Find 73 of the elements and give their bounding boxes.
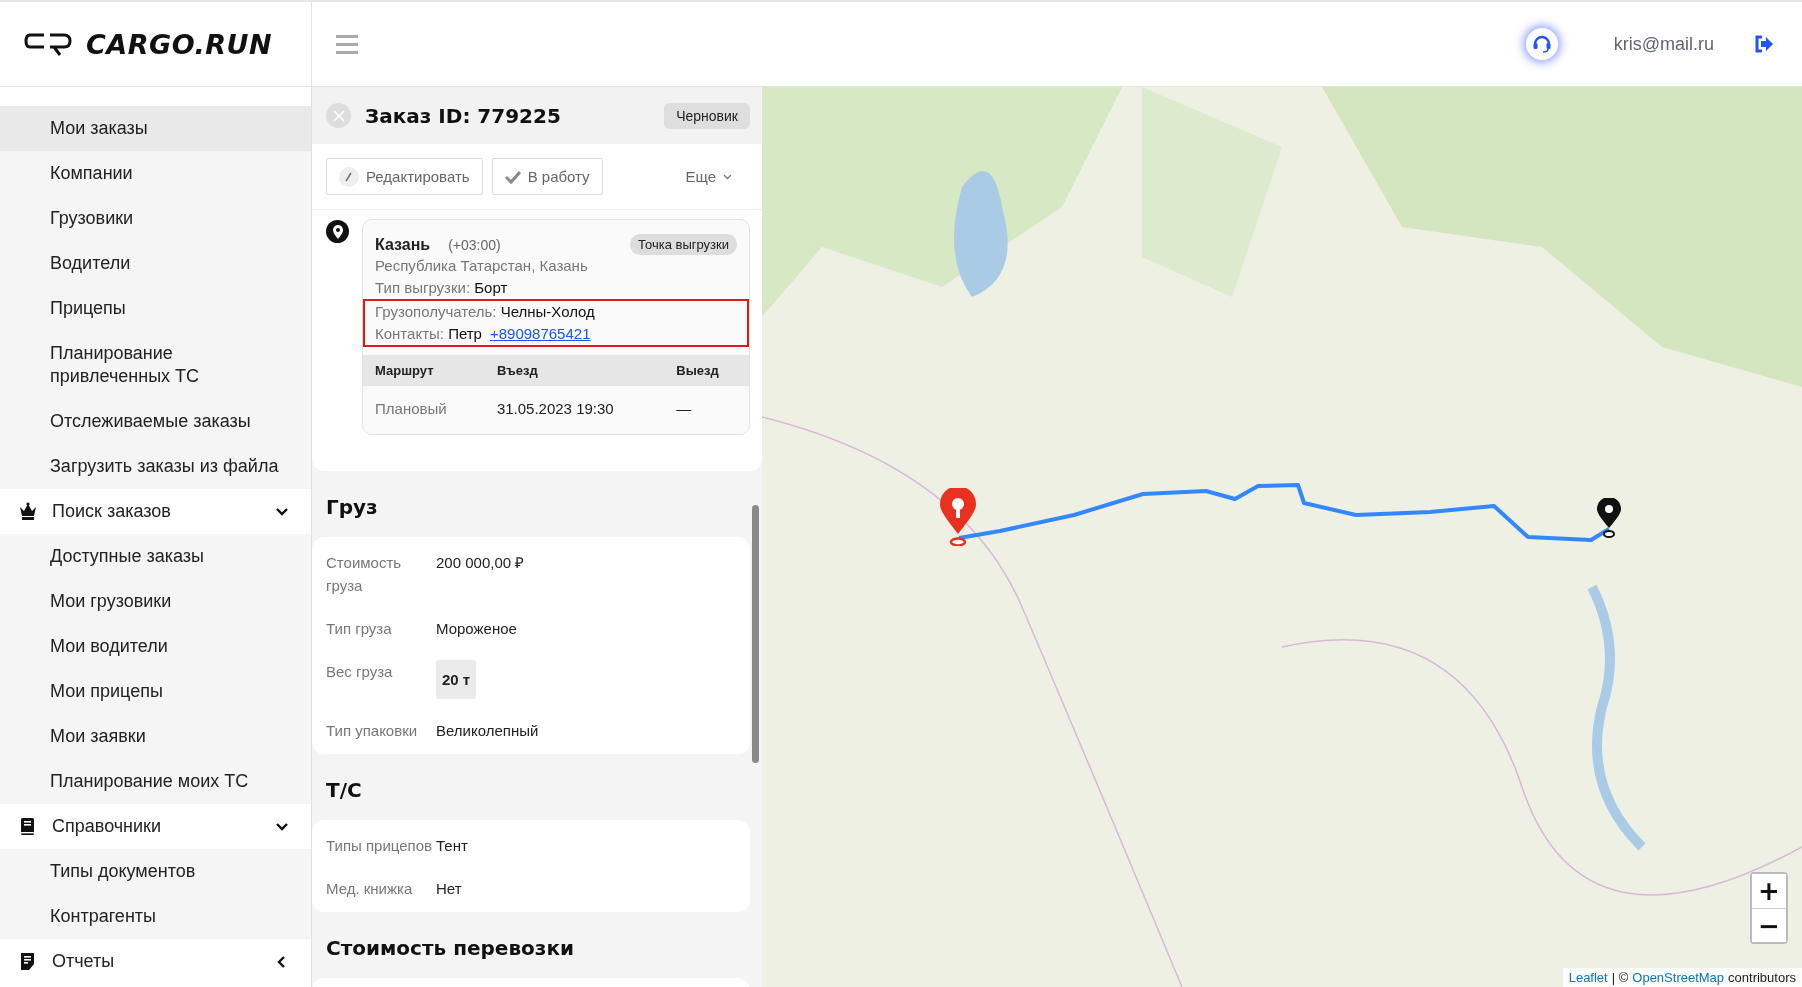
field-label: Тип упаковки <box>326 721 419 741</box>
field-value: Нет <box>436 879 463 899</box>
field-label: Тип груза <box>326 619 393 639</box>
location-marker-icon[interactable] <box>940 488 976 546</box>
attribution-text: | © <box>1611 970 1629 985</box>
address-text: Республика Татарстан, Казань <box>375 256 589 276</box>
table-cell: 31.05.2023 19:30 <box>484 386 665 434</box>
sidebar-item[interactable]: Контрагенты <box>0 894 311 939</box>
stop-type-badge: Точка выгрузки <box>630 234 737 255</box>
section-title: Т/С <box>325 777 363 804</box>
section-icon <box>18 501 38 522</box>
sidebar-item[interactable]: Отслеживаемые заказы <box>0 399 311 444</box>
attribution-link[interactable]: Leaflet <box>1568 970 1608 985</box>
sidebar-item[interactable]: Прицепы <box>0 286 311 331</box>
sidebar-item[interactable]: Планирование привлеченных ТС <box>0 331 311 399</box>
logo-text: CARGO.RUN <box>86 28 273 60</box>
field-value: Тент <box>436 836 469 856</box>
sidebar-item[interactable]: Мои заказы <box>0 106 311 151</box>
close-icon <box>331 108 346 123</box>
field-label: Грузополучатель: <box>375 303 498 320</box>
sidebar-item[interactable]: Мои грузовики <box>0 579 311 624</box>
phone-link[interactable]: +89098765421 <box>489 325 591 342</box>
caret-icon <box>723 173 732 180</box>
user-email[interactable]: kris@mail.ru <box>1613 33 1714 55</box>
sidebar-item[interactable]: Планирование моих ТС <box>0 759 311 804</box>
support-button[interactable] <box>1525 28 1558 60</box>
section-title: Груз <box>325 494 379 521</box>
sidebar-item[interactable]: Мои заявки <box>0 714 311 759</box>
sidebar-item[interactable]: Типы документов <box>0 849 311 894</box>
sidebar-item[interactable]: Мои водители <box>0 624 311 669</box>
attribution-link[interactable]: OpenStreetMap <box>1632 970 1725 985</box>
column-header: Маршрут <box>363 355 485 386</box>
weight-chip: 20 т <box>436 660 477 699</box>
section-title: Стоимость перевозки <box>325 935 576 962</box>
field-value: Борт <box>474 279 508 296</box>
column-header: Выезд <box>664 355 749 386</box>
field-label: Типы прицепов <box>326 836 433 856</box>
logout-icon[interactable] <box>1754 34 1774 54</box>
field-label: Вес груза <box>326 662 394 682</box>
table-cell: Плановый <box>363 386 485 434</box>
order-title: Заказ ID: 779225 <box>365 103 562 128</box>
sidebar-item[interactable]: Грузовики <box>0 196 311 241</box>
logo-icon <box>24 31 72 57</box>
action-button[interactable]: В работу <box>491 158 603 195</box>
table-cell: — <box>664 386 749 434</box>
sidebar-item[interactable]: Загрузить заказы из файла <box>0 444 311 489</box>
status-badge: Черновик <box>664 102 750 129</box>
sidebar-item[interactable]: Компании <box>0 151 311 196</box>
field-value: 200 000,00 ₽ <box>436 553 526 573</box>
pin-glyph-icon <box>331 224 344 239</box>
field-value: Великолепный <box>436 721 540 741</box>
city-name: Казань <box>375 235 431 254</box>
pencil-icon <box>339 166 359 187</box>
menu-icon[interactable] <box>336 33 358 55</box>
headset-icon <box>1530 33 1553 55</box>
field-value: Петр <box>448 325 482 342</box>
field-label: Мед. книжка <box>326 879 414 899</box>
attribution-text: contributors <box>1728 970 1796 985</box>
field-value: Мороженое <box>436 619 518 639</box>
timezone-text: (+03:00) <box>448 236 502 253</box>
sidebar-item[interactable]: Водители <box>0 241 311 286</box>
scrollbar[interactable] <box>752 505 759 763</box>
action-button[interactable]: Редактировать <box>326 158 483 195</box>
check-icon <box>504 168 521 185</box>
field-label: Контакты: <box>375 325 445 342</box>
field-label: Стоимость груза <box>326 553 403 596</box>
field-value: Челны-Холод <box>500 303 595 320</box>
location-marker-icon[interactable] <box>1597 498 1621 538</box>
sidebar-item[interactable]: Мои прицепы <box>0 669 311 714</box>
column-header: Въезд <box>484 355 665 386</box>
field-label: Тип выгрузки: <box>375 279 472 296</box>
sidebar-item[interactable]: Доступные заказы <box>0 534 311 579</box>
zoom-out-button[interactable]: − <box>1752 908 1786 942</box>
